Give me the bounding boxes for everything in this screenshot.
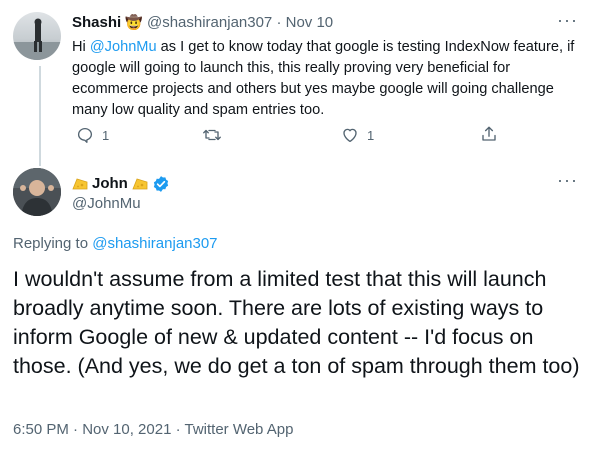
avatar-john[interactable] <box>13 168 61 216</box>
replying-to-handle[interactable]: @shashiranjan307 <box>92 235 217 252</box>
retweet-action[interactable] <box>202 126 222 144</box>
replying-to-label: Replying to <box>13 235 93 252</box>
main-more-options-icon[interactable]: ··· <box>557 170 578 191</box>
heart-icon <box>341 126 359 144</box>
retweet-icon <box>202 126 222 144</box>
like-count: 1 <box>367 127 375 143</box>
replying-to: Replying to @shashiranjan307 <box>13 235 218 252</box>
reply-header: Shashi 🤠 @shashiranjan307 · Nov 10 <box>72 13 333 32</box>
reply-action[interactable]: 1 <box>76 126 109 144</box>
reply-text: Hi @JohnMu as I get to know today that g… <box>72 37 577 121</box>
main-author-name[interactable]: John <box>92 175 128 193</box>
cheese-icon <box>72 177 88 191</box>
cowboy-emoji-icon: 🤠 <box>125 14 143 30</box>
reply-text-hi: Hi <box>72 39 90 55</box>
reply-count: 1 <box>102 127 110 143</box>
reply-author-name[interactable]: Shashi <box>72 14 121 31</box>
avatar-shashi[interactable] <box>13 12 61 60</box>
share-action[interactable] <box>480 125 498 143</box>
main-tweet-text: I wouldn't assume from a limited test th… <box>13 267 580 378</box>
main-author-handle[interactable]: @JohnMu <box>72 195 141 212</box>
reply-author-handle[interactable]: @shashiranjan307 <box>147 14 272 31</box>
header-dot: · <box>276 14 282 31</box>
thread-connector-line <box>39 66 41 166</box>
main-header: John <box>72 175 170 193</box>
main-tweet-timestamp[interactable]: 6:50 PM · Nov 10, 2021 · Twitter Web App <box>13 421 293 438</box>
reply-date[interactable]: Nov 10 <box>286 14 334 31</box>
like-action[interactable]: 1 <box>341 126 374 144</box>
verified-badge-icon <box>152 175 170 193</box>
reply-icon <box>76 126 94 144</box>
mention-link[interactable]: @JohnMu <box>90 39 157 55</box>
cheese-icon <box>132 177 148 191</box>
share-icon <box>480 125 498 143</box>
reply-more-options-icon[interactable]: ··· <box>557 10 578 31</box>
